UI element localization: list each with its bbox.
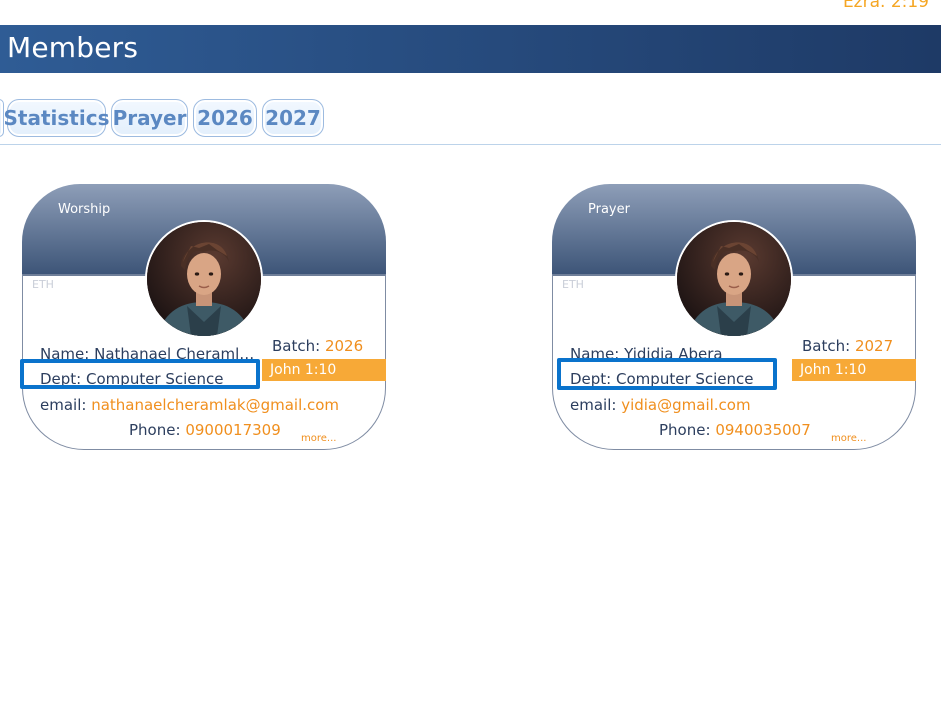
batch-value: 2026: [324, 337, 364, 355]
tab-prayer[interactable]: Prayer: [111, 99, 188, 137]
card-category: Worship: [58, 202, 111, 217]
member-batch: Batch: 2026: [272, 337, 363, 355]
member-card[interactable]: Prayer ETH Name: Yididia Abera Batch: 20…: [552, 184, 916, 450]
members-header-bar: Members: [0, 25, 941, 73]
phone-value[interactable]: 0940035007: [715, 421, 810, 439]
more-link[interactable]: more...: [301, 433, 336, 444]
card-country: ETH: [562, 278, 584, 291]
tab-2027[interactable]: 2027: [262, 99, 324, 137]
more-link[interactable]: more...: [831, 433, 866, 444]
member-card[interactable]: Worship ETH Name: Nathanael Cheramlak Ba…: [20, 184, 386, 450]
dept-highlight-box: [557, 358, 777, 390]
header-verse-reference: Ezra. 2:19: [842, 0, 929, 12]
member-phone: Phone: 0900017309: [129, 421, 281, 439]
phone-value[interactable]: 0900017309: [185, 421, 280, 439]
card-verse: John 1:10: [262, 359, 386, 381]
member-email: email: nathanaelcheramlak@gmail.com: [40, 396, 339, 414]
member-email: email: yidia@gmail.com: [570, 396, 751, 414]
dept-highlight-box: [20, 359, 260, 389]
page-title: Members: [7, 31, 139, 64]
email-label: email:: [570, 396, 617, 414]
email-value[interactable]: nathanaelcheramlak@gmail.com: [91, 396, 339, 414]
tab-2026[interactable]: 2026: [193, 99, 257, 137]
batch-label: Batch:: [802, 337, 851, 355]
member-portrait-icon: [147, 222, 261, 336]
email-value[interactable]: yidia@gmail.com: [621, 396, 750, 414]
batch-label: Batch:: [272, 337, 321, 355]
member-phone: Phone: 0940035007: [659, 421, 811, 439]
card-verse: John 1:10: [792, 359, 916, 381]
email-label: email:: [40, 396, 87, 414]
phone-label: Phone:: [659, 421, 711, 439]
phone-label: Phone:: [129, 421, 181, 439]
batch-value: 2027: [854, 337, 894, 355]
avatar[interactable]: [145, 220, 263, 338]
card-country: ETH: [32, 278, 54, 291]
avatar[interactable]: [675, 220, 793, 338]
tab-divider: [0, 144, 941, 145]
card-category: Prayer: [588, 202, 630, 217]
tab-statistics[interactable]: Statistics: [4, 99, 109, 137]
member-portrait-icon: [677, 222, 791, 336]
member-batch: Batch: 2027: [802, 337, 893, 355]
